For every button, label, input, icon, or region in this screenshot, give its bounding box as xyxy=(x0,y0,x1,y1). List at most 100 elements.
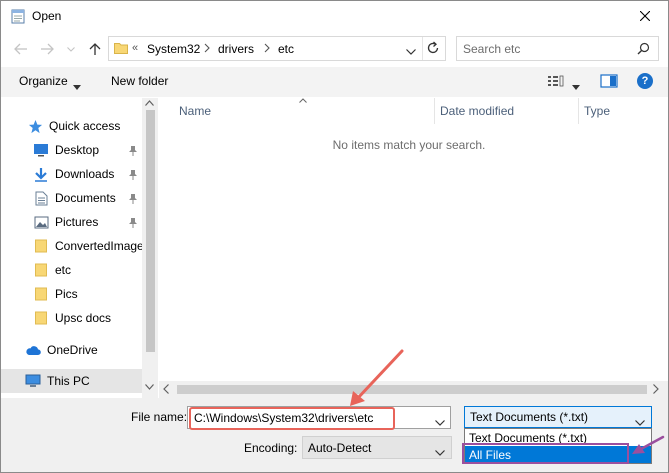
encoding-selected: Auto-Detect xyxy=(308,441,372,455)
open-dialog: Open « System32 drivers etc Search etc O… xyxy=(0,0,669,473)
nav-label: Upsc docs xyxy=(55,311,112,325)
arrow-right-icon xyxy=(41,43,54,55)
address-bar[interactable]: « System32 drivers etc xyxy=(108,36,446,61)
folder-icon xyxy=(114,42,128,57)
help-button[interactable]: ? xyxy=(637,73,653,89)
folder-icon xyxy=(33,238,49,254)
nav-label: This PC xyxy=(47,374,90,388)
nav-desktop[interactable]: Desktop xyxy=(33,139,99,161)
empty-folder-message: No items match your search. xyxy=(332,138,486,152)
chevron-right-icon xyxy=(264,43,270,53)
search-box[interactable] xyxy=(456,36,659,61)
navigation-bar: « System32 drivers etc xyxy=(1,34,668,64)
pin-icon xyxy=(129,170,137,180)
chevron-down-icon xyxy=(67,46,75,52)
chevron-right-icon xyxy=(204,43,210,53)
breadcrumb-system32[interactable]: System32 xyxy=(147,42,200,56)
nav-this-pc[interactable]: This PC xyxy=(1,369,142,393)
encoding-select[interactable]: Auto-Detect xyxy=(302,436,452,459)
pin-icon xyxy=(129,146,137,156)
nav-label: ConvertedImage xyxy=(55,239,144,253)
close-icon xyxy=(640,11,650,21)
address-divider xyxy=(422,37,423,60)
file-type-selected: Text Documents (*.txt) xyxy=(470,410,589,424)
scrollbar-thumb[interactable] xyxy=(177,385,647,394)
nav-pics[interactable]: Pics xyxy=(33,283,78,305)
document-icon xyxy=(33,190,49,206)
address-dropdown-button[interactable] xyxy=(406,44,416,58)
nav-label: Documents xyxy=(55,191,116,205)
computer-icon xyxy=(25,373,41,389)
window-title: Open xyxy=(32,9,62,23)
nav-upsc-docs[interactable]: Upsc docs xyxy=(33,307,111,329)
column-header-name[interactable]: Name xyxy=(159,98,435,124)
nav-label: etc xyxy=(55,263,72,277)
nav-onedrive[interactable]: OneDrive xyxy=(25,339,98,361)
encoding-label: Encoding: xyxy=(244,441,298,455)
recent-locations-button[interactable] xyxy=(61,38,81,60)
nav-quick-access[interactable]: Quick access xyxy=(27,115,120,137)
nav-documents[interactable]: Documents xyxy=(33,187,116,209)
nav-pictures[interactable]: Pictures xyxy=(33,211,98,233)
pictures-icon xyxy=(33,214,49,230)
title-bar: Open xyxy=(1,1,668,32)
navigation-pane-scrollbar[interactable] xyxy=(142,98,158,398)
file-name-dropdown-button[interactable] xyxy=(435,415,445,429)
file-type-select[interactable]: Text Documents (*.txt) xyxy=(464,406,652,428)
scroll-right-icon[interactable] xyxy=(653,384,659,394)
column-header-type[interactable]: Type xyxy=(579,98,668,124)
caret-down-icon xyxy=(73,79,81,93)
view-options-button[interactable] xyxy=(547,74,565,91)
up-button[interactable] xyxy=(85,38,105,60)
scroll-up-icon[interactable] xyxy=(145,100,154,106)
breadcrumb-etc[interactable]: etc xyxy=(278,42,294,56)
sort-ascending-icon xyxy=(299,98,307,103)
nav-label: Quick access xyxy=(49,119,121,133)
command-bar: Organize New folder ? xyxy=(1,67,668,97)
encoding-dropdown-button[interactable] xyxy=(435,445,445,459)
folder-icon xyxy=(33,310,49,326)
all-files-highlight-annotation xyxy=(462,443,629,464)
list-view-icon xyxy=(548,75,564,87)
chevron-down-icon xyxy=(406,49,416,55)
column-label: Type xyxy=(584,104,611,118)
forward-button[interactable] xyxy=(37,38,57,60)
new-folder-button[interactable]: New folder xyxy=(111,74,168,88)
desktop-icon xyxy=(33,142,49,158)
nav-label: Desktop xyxy=(55,143,100,157)
download-icon xyxy=(33,166,49,182)
preview-pane-button[interactable] xyxy=(600,74,618,91)
file-type-dropdown-button[interactable] xyxy=(635,415,645,429)
cloud-icon xyxy=(25,342,41,358)
column-label: Name xyxy=(179,104,212,118)
pin-icon xyxy=(129,218,137,228)
column-header-date-modified[interactable]: Date modified xyxy=(435,98,579,124)
nav-label: OneDrive xyxy=(47,343,98,357)
nav-label: Pics xyxy=(55,287,78,301)
refresh-button[interactable] xyxy=(426,41,440,58)
nav-downloads[interactable]: Downloads xyxy=(33,163,114,185)
scroll-left-icon[interactable] xyxy=(163,384,169,394)
search-input[interactable] xyxy=(463,41,633,57)
file-name-highlight-annotation xyxy=(189,407,395,430)
arrow-left-icon xyxy=(14,43,27,55)
caret-down-icon[interactable] xyxy=(572,79,580,93)
notepad-icon xyxy=(11,8,25,24)
search-icon[interactable] xyxy=(637,42,650,58)
file-list[interactable]: Name Date modified Type No items match y… xyxy=(159,98,668,398)
scroll-down-icon[interactable] xyxy=(145,384,154,390)
preview-pane-icon xyxy=(600,74,618,88)
organize-button[interactable]: Organize xyxy=(19,74,68,88)
file-name-label: File name: xyxy=(131,410,188,424)
breadcrumb-overflow[interactable]: « xyxy=(132,42,138,54)
chevron-down-icon xyxy=(635,420,645,426)
nav-etc[interactable]: etc xyxy=(33,259,71,281)
file-list-horizontal-scrollbar[interactable] xyxy=(159,381,668,398)
chevron-down-icon xyxy=(435,420,445,426)
close-button[interactable] xyxy=(632,4,658,28)
scrollbar-thumb[interactable] xyxy=(146,110,155,352)
back-button[interactable] xyxy=(11,38,31,60)
star-icon xyxy=(27,118,43,134)
nav-convertedimage[interactable]: ConvertedImage xyxy=(33,235,144,257)
breadcrumb-drivers[interactable]: drivers xyxy=(218,42,254,56)
